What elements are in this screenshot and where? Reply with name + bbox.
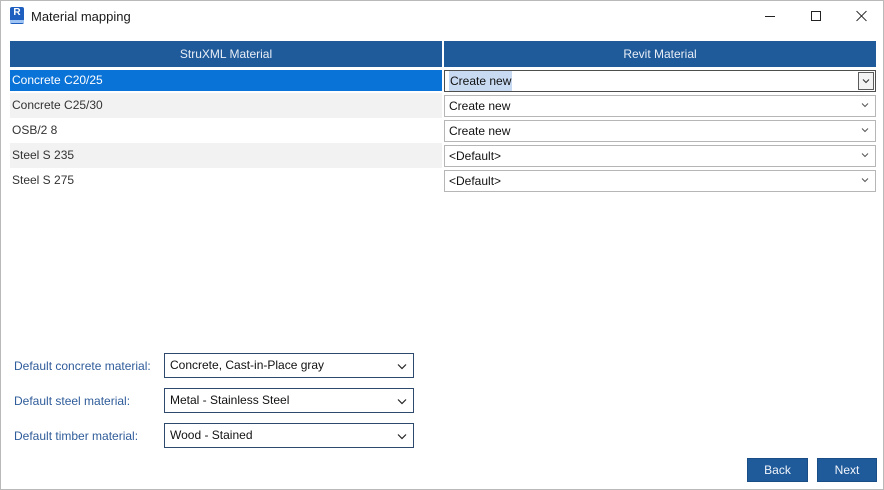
struxml-material-cell[interactable]: Steel S 275 xyxy=(10,168,442,193)
default-timber-dropdown[interactable]: Wood - Stained xyxy=(164,423,414,448)
default-concrete-label: Default concrete material: xyxy=(14,359,151,373)
struxml-material-cell[interactable]: Concrete C20/25 xyxy=(10,70,442,91)
column-header-struxml[interactable]: StruXML Material xyxy=(10,41,442,67)
struxml-material-cell[interactable]: OSB/2 8 xyxy=(10,118,442,143)
maximize-icon xyxy=(811,11,821,21)
chevron-down-icon[interactable] xyxy=(397,431,407,441)
window-title: Material mapping xyxy=(31,9,131,24)
chevron-down-icon[interactable] xyxy=(397,396,407,406)
chevron-down-icon[interactable] xyxy=(860,150,870,160)
back-button[interactable]: Back xyxy=(747,458,808,482)
revit-app-icon: R xyxy=(10,7,24,24)
table-row[interactable]: OSB/2 8 Create new xyxy=(10,118,876,143)
chevron-down-icon[interactable] xyxy=(860,100,870,110)
revit-material-value: Create new xyxy=(449,124,511,138)
app-icon-letter: R xyxy=(13,7,21,18)
table-row[interactable]: Steel S 235 <Default> xyxy=(10,143,876,168)
table-row[interactable]: Concrete C25/30 Create new xyxy=(10,93,876,118)
revit-material-value: <Default> xyxy=(449,174,502,188)
revit-material-value: <Default> xyxy=(449,149,502,163)
maximize-button[interactable] xyxy=(793,1,839,31)
title-bar[interactable]: R Material mapping xyxy=(1,1,883,31)
default-timber-label: Default timber material: xyxy=(14,429,139,443)
default-steel-value: Metal - Stainless Steel xyxy=(170,393,290,407)
default-steel-dropdown[interactable]: Metal - Stainless Steel xyxy=(164,388,414,413)
close-icon xyxy=(856,10,868,22)
chevron-down-icon[interactable] xyxy=(860,125,870,135)
table-row[interactable]: Steel S 275 <Default> xyxy=(10,168,876,193)
revit-material-value: Create new xyxy=(449,71,513,91)
column-header-revit[interactable]: Revit Material xyxy=(444,41,876,67)
minimize-button[interactable] xyxy=(747,1,793,31)
next-button[interactable]: Next xyxy=(817,458,877,482)
material-mapping-window: R Material mapping StruXML Material Revi… xyxy=(0,0,884,490)
struxml-material-cell[interactable]: Concrete C25/30 xyxy=(10,93,442,118)
revit-material-dropdown[interactable]: Create new xyxy=(444,120,876,142)
revit-material-dropdown[interactable]: <Default> xyxy=(444,170,876,192)
chevron-down-icon[interactable] xyxy=(397,361,407,371)
minimize-icon xyxy=(765,15,775,17)
close-button[interactable] xyxy=(839,1,884,31)
default-concrete-value: Concrete, Cast-in-Place gray xyxy=(170,358,325,372)
revit-material-dropdown[interactable]: Create new xyxy=(444,95,876,117)
revit-material-dropdown[interactable]: Create new xyxy=(444,70,876,92)
struxml-material-cell[interactable]: Steel S 235 xyxy=(10,143,442,168)
default-timber-value: Wood - Stained xyxy=(170,428,253,442)
revit-material-dropdown[interactable]: <Default> xyxy=(444,145,876,167)
default-steel-label: Default steel material: xyxy=(14,394,131,408)
revit-material-value: Create new xyxy=(449,99,511,113)
chevron-down-icon[interactable] xyxy=(858,72,874,90)
chevron-down-icon[interactable] xyxy=(860,175,870,185)
default-concrete-dropdown[interactable]: Concrete, Cast-in-Place gray xyxy=(164,353,414,378)
table-row[interactable]: Concrete C20/25 Create new xyxy=(10,68,876,93)
